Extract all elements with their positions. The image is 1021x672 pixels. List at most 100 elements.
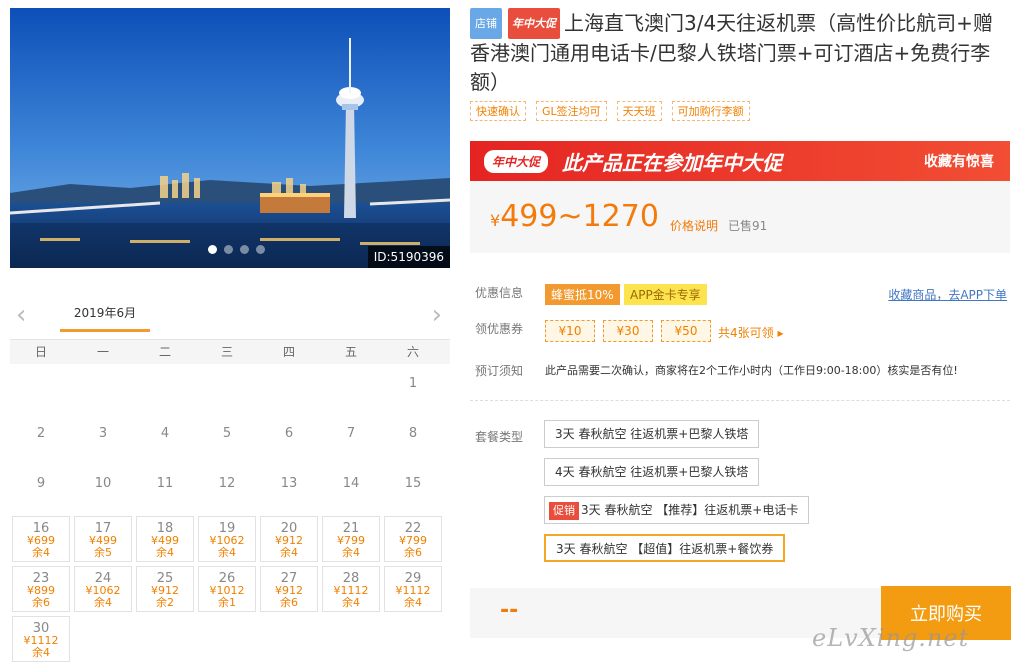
calendar-day-number: 7 [346,426,356,441]
calendar-day: 12 [198,466,256,512]
calendar-day-stock: 余1 [218,596,236,609]
calendar-day-number: 4 [160,426,170,441]
calendar-day-available[interactable]: 22 ¥799 余6 [384,516,442,562]
calendar-day: 6 [260,416,318,462]
calendar-day-available[interactable]: 16 ¥699 余4 [12,516,70,562]
notice-label: 预订须知 [475,364,524,378]
banner-logo: 年中大促 [484,149,549,173]
honey-discount-tag: 蜂蜜抵10% [545,284,620,305]
product-title-block: 店铺 年中大促 上海直飞澳门3/4天往返机票（高性价比航司+赠香港澳门通用电话卡/巴… [470,8,1000,97]
feature-tags: 快速确认 GL签注均可 天天班 可加购行李额 [470,101,1015,121]
calendar-empty-cell [260,366,318,412]
gallery-dot[interactable] [240,245,249,254]
calendar-day-available[interactable]: 21 ¥799 余4 [322,516,380,562]
more-coupons-link[interactable]: 共4张可领 ▸ [718,324,783,341]
gallery-dot[interactable] [256,245,265,254]
calendar-day-available[interactable]: 27 ¥912 余6 [260,566,318,612]
gallery-dot[interactable] [224,245,233,254]
calendar-day-stock: 余2 [156,596,174,609]
feature-tag: 可加购行李额 [671,101,750,121]
calendar-empty-cell [198,366,256,412]
divider [470,400,1010,401]
calendar-day-stock: 余4 [32,646,50,659]
package-option[interactable]: 3天 春秋航空 【超值】往返机票+餐饮券 [544,534,786,562]
package-option[interactable]: 3天 春秋航空 往返机票+巴黎人铁塔 [544,420,760,448]
sold-count: 已售91 [728,219,768,233]
calendar-grid: 1 2 3 4 5 6 7 8 9 10 11 12 13 14 15 16 ¥699 余4 17 ¥499 余5 18 ¥… [10,364,450,664]
calendar-day-stock: 余4 [156,546,174,559]
package-label: 套餐类型 [475,430,524,444]
calendar-day-available[interactable]: 25 ¥912 余2 [136,566,194,612]
calendar-month-tab[interactable]: 2019年6月 [60,304,150,332]
promo-tag: 年中大促 [508,8,560,39]
calendar-day-number: 21 [342,521,360,536]
calendar-day-available[interactable]: 20 ¥912 余4 [260,516,318,562]
gallery-dot[interactable] [208,245,217,254]
calendar-day-number: 24 [94,571,112,586]
favorite-app-link[interactable]: 收藏商品，去APP下单 [888,286,1007,303]
calendar-day-number: 28 [342,571,360,586]
calendar-day-available[interactable]: 18 ¥499 余4 [136,516,194,562]
booking-notice-row: 预订须知 此产品需要二次确认，商家将在2个工作小时内（工作日9:00-18:00… [470,362,1015,382]
calendar-day-number: 13 [280,476,298,491]
package-option[interactable]: 4天 春秋航空 往返机票+巴黎人铁塔 [544,458,760,486]
package-option-label: 3天 春秋航空 【推荐】往返机票+电话卡 [581,503,799,517]
calendar-day: 10 [74,466,132,512]
calendar-day-number: 20 [280,521,298,536]
coupon-50[interactable]: ¥50 [661,320,711,342]
calendar-day: 11 [136,466,194,512]
chevron-right-icon[interactable]: › [432,300,442,330]
product-info: 店铺 年中大促 上海直飞澳门3/4天往返机票（高性价比航司+赠香港澳门通用电话卡/巴… [470,8,1015,640]
weekday-label: 三 [220,345,233,359]
calendar-day-available[interactable]: 30 ¥1112 余4 [12,616,70,662]
app-gold-tag: APP金卡专享 [624,284,707,305]
calendar-day-number: 30 [32,621,50,636]
calendar-day-available[interactable]: 29 ¥1112 余4 [384,566,442,612]
feature-tag: 天天班 [616,101,662,121]
coupon-30[interactable]: ¥30 [603,320,653,342]
shop-tag[interactable]: 店铺 [470,8,502,39]
calendar-empty-cell [74,366,132,412]
calendar-day-available[interactable]: 24 ¥1062 余4 [74,566,132,612]
weekday-label: 日 [34,345,47,359]
calendar-day-number: 9 [36,476,46,491]
gallery-dots[interactable] [208,245,265,254]
coupon-10[interactable]: ¥10 [545,320,595,342]
calendar-day-available[interactable]: 17 ¥499 余5 [74,516,132,562]
calendar-day-available[interactable]: 19 ¥1062 余4 [198,516,256,562]
coupon-row: 领优惠券 ¥10 ¥30 ¥50 共4张可领 ▸ [470,320,1015,344]
product-gallery[interactable]: ID:5190396 [10,8,450,268]
calendar-day-available[interactable]: 28 ¥1112 余4 [322,566,380,612]
calendar-day-number: 23 [32,571,50,586]
calendar-day: 1 [384,366,442,412]
calendar-day: 2 [12,416,70,462]
weekday-label: 二 [158,345,171,359]
chevron-left-icon[interactable]: ‹ [16,300,26,330]
calendar-day: 9 [12,466,70,512]
calendar-empty-cell [12,366,70,412]
promo-banner[interactable]: 年中大促 此产品正在参加年中大促 收藏有惊喜 [470,141,1010,181]
calendar-day: 4 [136,416,194,462]
calendar-day-number: 16 [32,521,50,536]
price-box: ¥499~1270 价格说明 已售91 [470,181,1010,253]
calendar-day-stock: 余4 [32,546,50,559]
calendar-day-stock: 余4 [342,596,360,609]
calendar-day-number: 27 [280,571,298,586]
calendar-day-number: 18 [156,521,174,536]
package-option[interactable]: 促销 3天 春秋航空 【推荐】往返机票+电话卡 [544,496,810,524]
calendar-day-number: 11 [156,476,174,491]
calendar-day-available[interactable]: 26 ¥1012 余1 [198,566,256,612]
calendar-day-stock: 余6 [32,596,50,609]
package-promo-badge: 促销 [549,502,579,520]
calendar-day-number: 14 [342,476,360,491]
discount-label: 优惠信息 [475,286,524,300]
calendar-day-number: 22 [404,521,422,536]
calendar-day-number: 25 [156,571,174,586]
calendar-day-number: 2 [36,426,46,441]
calendar-day-available[interactable]: 23 ¥899 余6 [12,566,70,612]
calendar-empty-cell [136,366,194,412]
calendar-day-number: 19 [218,521,236,536]
price-explanation-link[interactable]: 价格说明 [670,217,718,234]
calendar-day-number: 29 [404,571,422,586]
calendar-header: ‹ 2019年6月 › [10,298,450,340]
